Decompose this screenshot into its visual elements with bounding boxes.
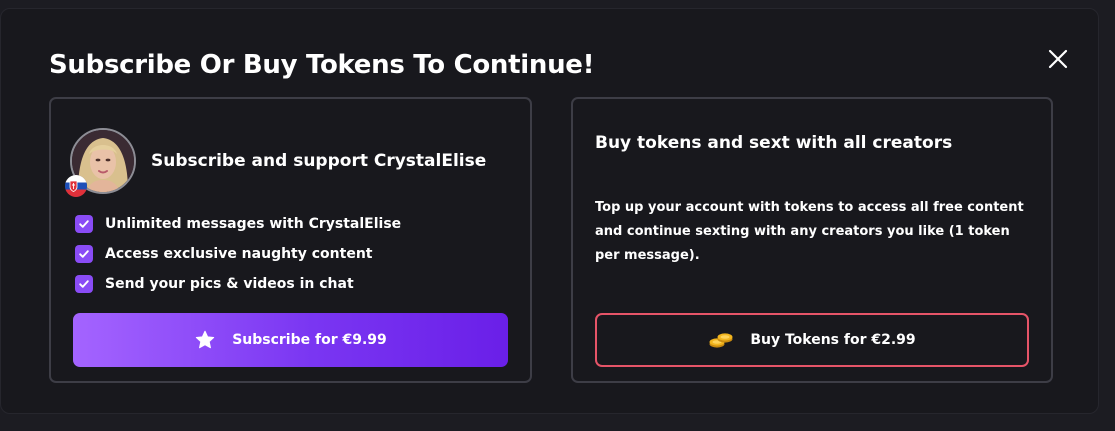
benefit-item: Send your pics & videos in chat: [75, 269, 401, 299]
tokens-description: Top up your account with tokens to acces…: [595, 200, 1024, 263]
buy-tokens-button-label: Buy Tokens for €2.99: [750, 332, 916, 348]
close-button[interactable]: [1045, 46, 1071, 72]
benefit-label: Unlimited messages with CrystalElise: [105, 216, 402, 232]
buy-tokens-button[interactable]: Buy Tokens for €2.99: [595, 313, 1029, 367]
slovakia-flag-icon: [65, 175, 87, 197]
checkbox-checked-icon: [75, 215, 93, 233]
close-icon: [1048, 49, 1068, 69]
benefit-label: Access exclusive naughty content: [105, 246, 373, 262]
subscribe-button[interactable]: Subscribe for €9.99: [73, 313, 508, 367]
checkbox-checked-icon: [75, 245, 93, 263]
benefit-item: Unlimited messages with CrystalElise: [75, 209, 401, 239]
benefits-list: Unlimited messages with CrystalElise Acc…: [75, 209, 401, 299]
coins-icon: [708, 330, 734, 350]
tokens-card: Buy tokens and sext with all creators To…: [571, 97, 1053, 383]
subscribe-heading: Subscribe and support CrystalElise: [151, 151, 487, 171]
subscribe-card: Subscribe and support CrystalElise Unlim…: [49, 97, 532, 383]
modal-title: Subscribe Or Buy Tokens To Continue!: [49, 50, 595, 80]
subscribe-button-label: Subscribe for €9.99: [232, 332, 387, 348]
star-icon: [194, 329, 216, 351]
tokens-heading: Buy tokens and sext with all creators: [595, 133, 953, 153]
checkbox-checked-icon: [75, 275, 93, 293]
benefit-label: Send your pics & videos in chat: [105, 276, 354, 292]
benefit-item: Access exclusive naughty content: [75, 239, 401, 269]
subscribe-modal: Subscribe Or Buy Tokens To Continue! Sub…: [0, 8, 1099, 414]
